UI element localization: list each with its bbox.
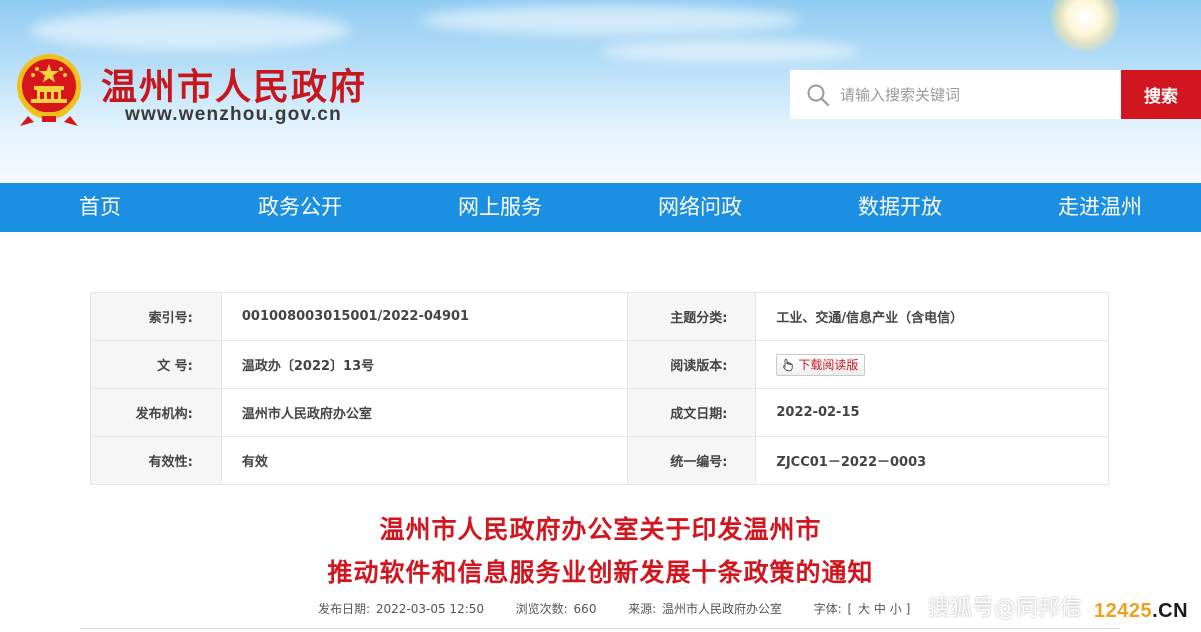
article-meta: 发布日期: 2022-03-05 12:50 浏览次数: 660 来源: 温州市… <box>318 600 914 617</box>
search-box <box>790 70 1121 119</box>
publish-date-value: 2022-03-05 12:50 <box>375 602 485 616</box>
topic-label: 主题分类: <box>626 292 757 341</box>
issuer-label: 发布机构: <box>90 388 222 437</box>
nav-item-online-inquiry[interactable]: 网络问政 <box>600 183 800 232</box>
font-medium-link[interactable]: 中 <box>874 602 886 616</box>
download-label: 下载阅读版 <box>798 358 859 372</box>
site-name[interactable]: 温州市人民政府 <box>101 58 367 110</box>
index-label: 索引号: <box>90 292 222 341</box>
version-value: 下载阅读版 <box>755 340 1109 389</box>
date-value: 2022-02-15 <box>755 388 1109 437</box>
site-header: 温州市人民政府 www.wenzhou.gov.cn 搜索 <box>0 0 1201 183</box>
version-label: 阅读版本: <box>626 340 757 389</box>
publish-date-label: 发布日期: <box>318 602 371 616</box>
article-title-line1: 温州市人民政府办公室关于印发温州市 <box>379 515 822 544</box>
index-value: 001008003015001/2022-04901 <box>220 292 628 341</box>
table-row: 发布机构: 温州市人民政府办公室 成文日期: 2022-02-15 <box>90 388 1109 437</box>
issuer-value: 温州市人民政府办公室 <box>220 388 628 437</box>
font-bracket-open: [ <box>847 602 853 616</box>
validity-label: 有效性: <box>90 436 222 485</box>
nav-item-government-affairs[interactable]: 政务公开 <box>200 183 400 232</box>
docno-label: 文 号: <box>90 340 222 389</box>
font-size-control: 字体: [ 大 中 小 ] <box>814 602 913 616</box>
nav-item-open-data[interactable]: 数据开放 <box>800 183 1000 232</box>
nav-item-home[interactable]: 首页 <box>0 183 200 232</box>
nav-item-about-wenzhou[interactable]: 走进温州 <box>1000 183 1200 232</box>
watermark-text: 搜狐号@同邦信 <box>928 596 1083 621</box>
topic-value: 工业、交通/信息产业（含电信） <box>755 292 1109 341</box>
cloud-decoration <box>420 5 800 35</box>
document-info-table: 索引号: 001008003015001/2022-04901 主题分类: 工业… <box>90 292 1109 485</box>
cloud-decoration <box>30 10 350 50</box>
hand-pointer-icon <box>783 358 793 371</box>
serial-value: ZJCC01－2022－0003 <box>755 436 1109 485</box>
table-row: 有效性: 有效 统一编号: ZJCC01－2022－0003 <box>90 436 1109 485</box>
divider <box>80 628 1120 629</box>
download-reading-version-button[interactable]: 下载阅读版 <box>776 353 866 376</box>
validity-value: 有效 <box>220 436 628 485</box>
docno-value: 温政办〔2022〕13号 <box>220 340 628 389</box>
watermark-site-tld: .CN <box>1152 600 1189 622</box>
search-input[interactable] <box>840 70 1110 119</box>
font-bracket-close: ] <box>905 602 911 616</box>
sun-decoration <box>1050 0 1120 52</box>
table-row: 文 号: 温政办〔2022〕13号 阅读版本: 下载阅读版 <box>90 340 1109 389</box>
views-label: 浏览次数: <box>515 602 568 616</box>
national-emblem-icon <box>17 54 81 126</box>
date-label: 成文日期: <box>626 388 757 437</box>
search-icon <box>807 84 830 107</box>
watermark-site: 12425.CN <box>1094 600 1188 623</box>
font-large-link[interactable]: 大 <box>858 602 870 616</box>
font-small-link[interactable]: 小 <box>890 602 902 616</box>
watermark-site-number: 12425 <box>1094 600 1153 622</box>
table-row: 索引号: 001008003015001/2022-04901 主题分类: 工业… <box>90 292 1109 341</box>
views-value: 660 <box>573 602 597 616</box>
source-label: 来源: <box>628 602 657 616</box>
nav-item-online-services[interactable]: 网上服务 <box>400 183 600 232</box>
article-title-line2: 推动软件和信息服务业创新发展十条政策的通知 <box>327 558 874 587</box>
main-nav: 首页 政务公开 网上服务 网络问政 数据开放 走进温州 <box>0 183 1201 232</box>
serial-label: 统一编号: <box>626 436 757 485</box>
site-domain: www.wenzhou.gov.cn <box>125 104 342 125</box>
search-button[interactable]: 搜索 <box>1121 70 1201 119</box>
cloud-decoration <box>600 40 860 62</box>
source-value: 温州市人民政府办公室 <box>661 602 782 616</box>
font-size-label: 字体: <box>813 602 842 616</box>
